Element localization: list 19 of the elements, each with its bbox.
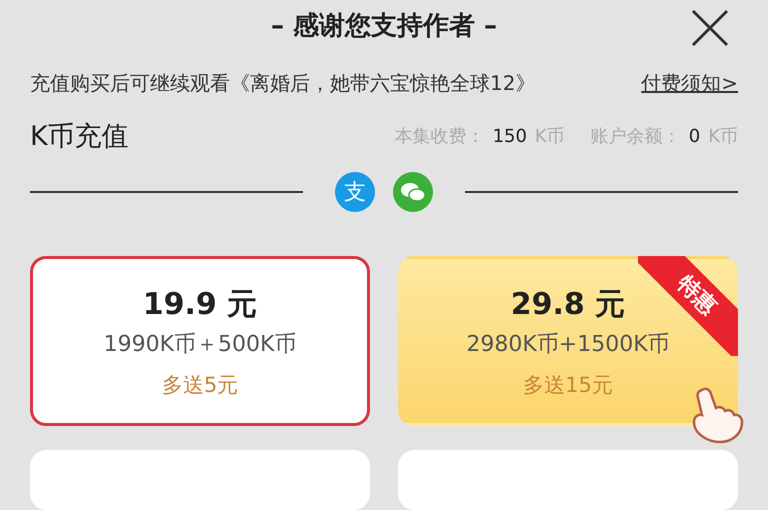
dialog-title: – 感谢您支持作者 – <box>270 10 498 42</box>
stat-value: 150 <box>492 126 527 146</box>
notice-text: 充值购买后可继续观看《离婚后，她带六宝惊艳全球12》 <box>30 70 536 97</box>
chat-bubbles-icon[interactable] <box>393 172 433 212</box>
section-title: K币充值 <box>30 120 129 154</box>
stat-unit: K币 <box>534 125 565 148</box>
stat-value: 0 <box>688 126 700 146</box>
bonus-text: 多送15元 <box>523 372 613 398</box>
stat-unit: K币 <box>708 125 738 148</box>
offer-card[interactable]: 29.8 元 2980K币+1500K币 多送15元 特惠 <box>398 256 738 426</box>
coin-amount: 1990K币＋500K币 <box>104 330 296 358</box>
offer-card[interactable]: 19.9 元 1990K币＋500K币 多送5元 <box>30 256 370 426</box>
price: 29.8 元 <box>510 286 626 324</box>
close-icon[interactable] <box>690 8 730 48</box>
stat-label: 本集收费： <box>394 125 485 148</box>
bonus-text: 多送5元 <box>162 372 238 398</box>
stat-label: 账户余额： <box>590 125 681 148</box>
payment-terms-link[interactable]: 付费须知> <box>641 68 738 98</box>
price: 19.9 元 <box>142 286 258 324</box>
